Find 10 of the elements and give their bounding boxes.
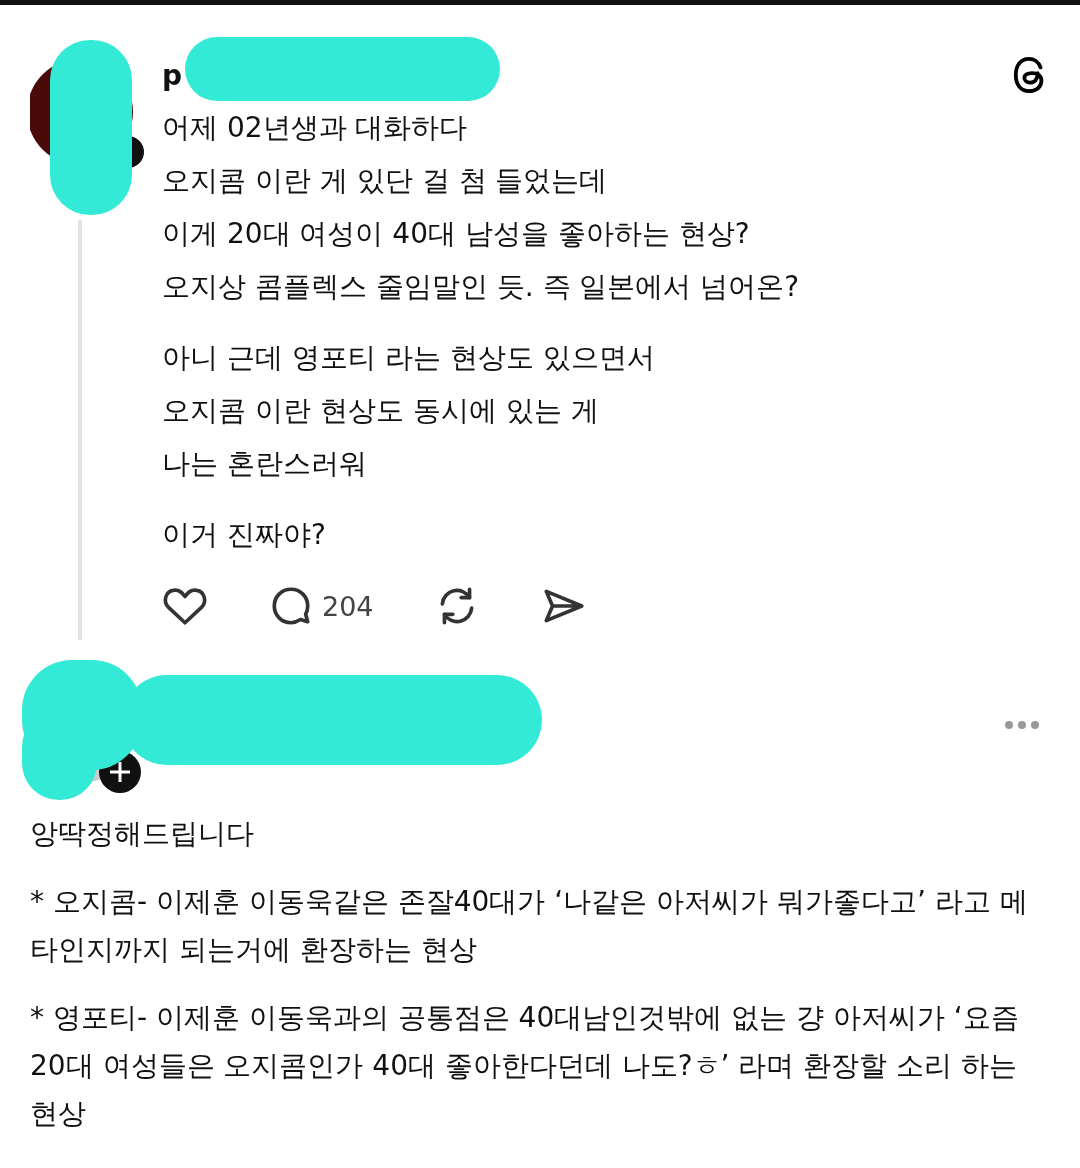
heart-icon[interactable] bbox=[162, 585, 208, 627]
reply-text: 앙딱정해드립니다 bbox=[30, 816, 255, 852]
post-text: 이거 진짜야? bbox=[162, 517, 327, 553]
username[interactable]: p bbox=[162, 58, 183, 92]
reply-text: * 오지콤- 이제훈 이동욱같은 존잘40대가 ‘나같은 아저씨가 뭐가좋다고’ 라고 메타인지까지 되는거에 환장하는 현상 bbox=[30, 884, 1029, 968]
post-text: 어제 02년생과 대화하다 오지콤 이란 게 있단 걸 첨 들었는데 이게 20대 여성이 40대 남성을 좋아하는 현상? 오지상 콤플렉스 줄임말인 듯. 즉 일본에서 넘어온? bbox=[162, 110, 801, 305]
reply-count: 204 bbox=[322, 590, 374, 622]
post-text: 아니 근데 영포티 라는 현상도 있으면서 오지콤 이란 현상도 동시에 있는 게 나는 혼란스러워 bbox=[162, 340, 656, 482]
more-icon[interactable] bbox=[1004, 720, 1040, 730]
reply-text: * 영포티- 이제훈 이동욱과의 공통점은 40대남인것밖에 없는 걍 아저씨가 ‘요즘 20대 여성들은 오지콤인가 40대 좋아한다던데 나도?ㅎ’ 라며 환장할 소리 하는 현상 bbox=[30, 1000, 1020, 1132]
